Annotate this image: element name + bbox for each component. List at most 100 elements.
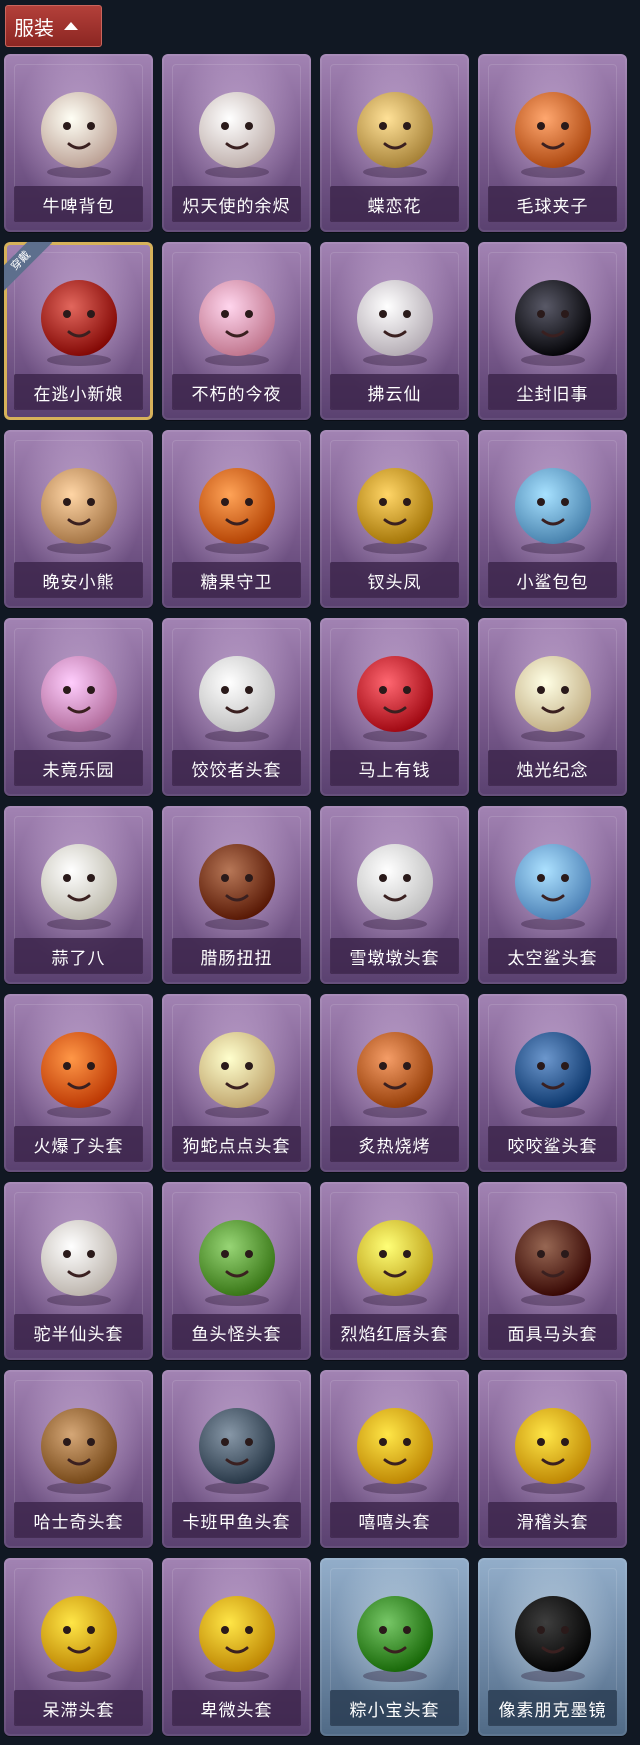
outfit-name: 雪墩墩头套	[330, 938, 459, 974]
outfit-name: 太空鲨头套	[488, 938, 617, 974]
outfit-card[interactable]: 呆滞头套	[4, 1558, 153, 1736]
angel-doll-icon	[198, 92, 275, 178]
outfit-card[interactable]: 蒜了八	[4, 806, 153, 984]
outfit-card[interactable]: 面具马头套	[478, 1182, 627, 1360]
outfit-card[interactable]: 糖果守卫	[162, 430, 311, 608]
outfit-card[interactable]: 毛球夹子	[478, 54, 627, 232]
outfit-name: 饺饺者头套	[172, 750, 301, 786]
candle-head-icon	[514, 656, 591, 742]
outfit-card[interactable]: 咬咬鲨头套	[478, 994, 627, 1172]
turtle-head-icon	[198, 1408, 275, 1494]
outfit-card[interactable]: 火爆了头套	[4, 994, 153, 1172]
garlic-head-icon	[40, 844, 117, 930]
outfit-name: 牛啤背包	[14, 186, 143, 222]
beer-cow-backpack-icon	[40, 92, 117, 178]
outfit-grid: 牛啤背包 炽天使的余烬 蝶恋花 毛球夹子在逃小新娘 穿戴 不朽的今夜 拂云仙 尘封旧事晚安小熊…	[4, 54, 627, 1736]
outfit-card[interactable]: 卑微头套	[162, 1558, 311, 1736]
outfit-name: 腊肠扭扭	[172, 938, 301, 974]
outfit-name: 尘封旧事	[488, 374, 617, 410]
outfit-name: 滑稽头套	[488, 1502, 617, 1538]
outfit-card[interactable]: 炽天使的余烬	[162, 54, 311, 232]
pumpkin-scarecrow-icon	[198, 468, 275, 554]
outfit-name: 小鲨包包	[488, 562, 617, 598]
outfit-card[interactable]: 太空鲨头套	[478, 806, 627, 984]
outfit-name: 烛光纪念	[488, 750, 617, 786]
outfit-card[interactable]: 滑稽头套	[478, 1370, 627, 1548]
outfit-card[interactable]: 饺饺者头套	[162, 618, 311, 796]
pink-cat-cup-icon	[198, 280, 275, 366]
zongzi-head-icon	[356, 1596, 433, 1682]
outfit-name: 钗头凤	[330, 562, 459, 598]
meat-head-icon	[356, 1032, 433, 1118]
outfit-name: 在逃小新娘	[14, 374, 143, 410]
outfit-card[interactable]: 牛啤背包	[4, 54, 153, 232]
fish-head-mask-icon	[198, 1220, 275, 1306]
outfit-card[interactable]: 狗蛇点点头套	[162, 994, 311, 1172]
outfit-name: 蝶恋花	[330, 186, 459, 222]
dumpling-head-icon	[198, 656, 275, 742]
outfit-card[interactable]: 尘封旧事	[478, 242, 627, 420]
outfit-toggle-button[interactable]: 服装	[5, 5, 102, 47]
snowman-head-icon	[356, 844, 433, 930]
outfit-name: 咬咬鲨头套	[488, 1126, 617, 1162]
outfit-name: 糖果守卫	[172, 562, 301, 598]
outfit-card[interactable]: 在逃小新娘 穿戴	[4, 242, 153, 420]
bear-charm-icon	[40, 468, 117, 554]
outfit-name: 粽小宝头套	[330, 1690, 459, 1726]
funny-emoji-head-icon	[514, 1408, 591, 1494]
outfit-name: 驼半仙头套	[14, 1314, 143, 1350]
prince-doll-icon	[514, 280, 591, 366]
yellow-mascot-head-icon	[356, 1220, 433, 1306]
fire-head-icon	[40, 1032, 117, 1118]
outfit-name: 面具马头套	[488, 1314, 617, 1350]
outfit-name: 卡班甲鱼头套	[172, 1502, 301, 1538]
dazed-emoji-head-icon	[40, 1596, 117, 1682]
outfit-toggle-label: 服装	[14, 15, 54, 40]
outfit-name: 炙热烧烤	[330, 1126, 459, 1162]
biting-shark-head-icon	[514, 1032, 591, 1118]
raccoon-drummer-icon	[514, 92, 591, 178]
phoenix-crown-girl-icon	[356, 468, 433, 554]
star-girl-icon	[40, 656, 117, 742]
outfit-card[interactable]: 卡班甲鱼头套	[162, 1370, 311, 1548]
bell-wreath-icon	[356, 92, 433, 178]
outfit-name: 晚安小熊	[14, 562, 143, 598]
outfit-name: 嘻嘻头套	[330, 1502, 459, 1538]
dachshund-head-icon	[198, 844, 275, 930]
outfit-name: 卑微头套	[172, 1690, 301, 1726]
outfit-name: 马上有钱	[330, 750, 459, 786]
outfit-card[interactable]: 烈焰红唇头套	[320, 1182, 469, 1360]
outfit-card[interactable]: 未竟乐园	[4, 618, 153, 796]
outfit-card[interactable]: 拂云仙	[320, 242, 469, 420]
outfit-card[interactable]: 鱼头怪头套	[162, 1182, 311, 1360]
outfit-card[interactable]: 粽小宝头套	[320, 1558, 469, 1736]
snake-head-icon	[198, 1032, 275, 1118]
outfit-name: 火爆了头套	[14, 1126, 143, 1162]
outfit-card[interactable]: 钗头凤	[320, 430, 469, 608]
outfit-card[interactable]: 不朽的今夜	[162, 242, 311, 420]
outfit-name: 不朽的今夜	[172, 374, 301, 410]
horse-mask-head-icon	[514, 1220, 591, 1306]
outfit-card[interactable]: 驼半仙头套	[4, 1182, 153, 1360]
outfit-name: 未竟乐园	[14, 750, 143, 786]
outfit-name: 哈士奇头套	[14, 1502, 143, 1538]
outfit-card[interactable]: 腊肠扭扭	[162, 806, 311, 984]
outfit-card[interactable]: 嘻嘻头套	[320, 1370, 469, 1548]
outfit-card[interactable]: 雪墩墩头套	[320, 806, 469, 984]
outfit-card[interactable]: 马上有钱	[320, 618, 469, 796]
outfit-card[interactable]: 哈士奇头套	[4, 1370, 153, 1548]
alpaca-sunglasses-head-icon	[40, 1220, 117, 1306]
outfit-name: 狗蛇点点头套	[172, 1126, 301, 1162]
outfit-card[interactable]: 蝶恋花	[320, 54, 469, 232]
outfit-name: 毛球夹子	[488, 186, 617, 222]
outfit-card[interactable]: 小鲨包包	[478, 430, 627, 608]
outfit-card[interactable]: 炙热烧烤	[320, 994, 469, 1172]
red-horse-head-icon	[356, 656, 433, 742]
red-lamp-icon	[40, 280, 117, 366]
outfit-name: 蒜了八	[14, 938, 143, 974]
grin-emoji-head-icon	[356, 1408, 433, 1494]
outfit-card[interactable]: 像素朋克墨镜	[478, 1558, 627, 1736]
outfit-card[interactable]: 晚安小熊	[4, 430, 153, 608]
outfit-card[interactable]: 烛光纪念	[478, 618, 627, 796]
outfit-name: 拂云仙	[330, 374, 459, 410]
